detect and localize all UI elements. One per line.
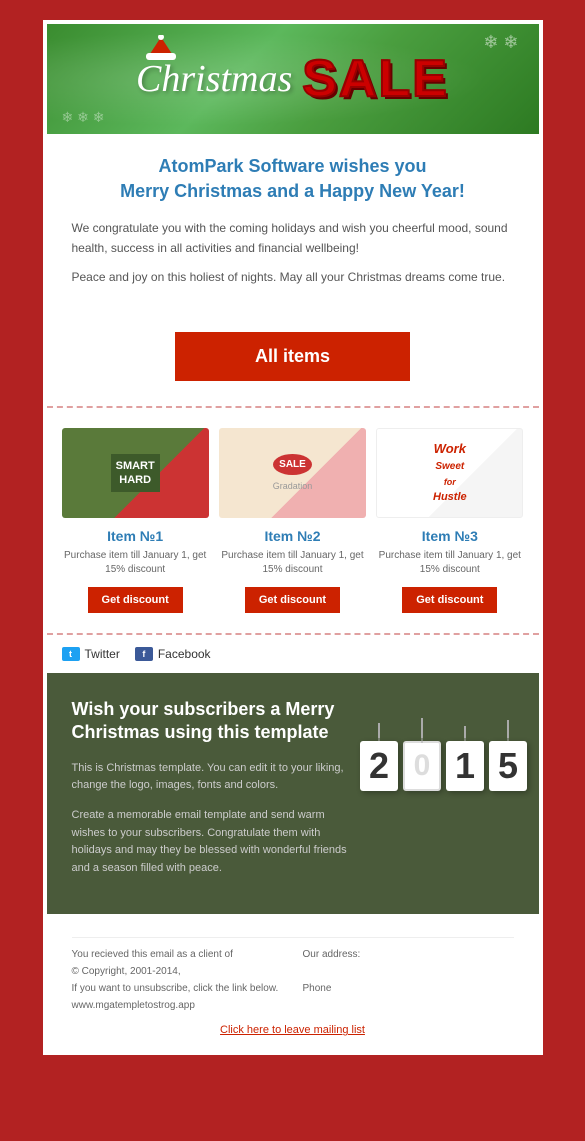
year-digits-row: 2 0 1 5 bbox=[359, 698, 528, 792]
year-digit-0: 0 bbox=[402, 718, 442, 792]
footer-section: You recieved this email as a client of ©… bbox=[47, 914, 539, 1051]
discount-button-2[interactable]: Get discount bbox=[245, 587, 340, 613]
header-title: AtomPark Software wishes youMerry Christ… bbox=[72, 154, 514, 204]
footer-phone-label: Phone bbox=[303, 983, 332, 994]
products-grid: SMARTHARD Item №1 Purchase item till Jan… bbox=[62, 428, 524, 613]
header-content-section: AtomPark Software wishes youMerry Christ… bbox=[47, 134, 539, 312]
product-desc-1: Purchase item till January 1, get 15% di… bbox=[62, 549, 209, 577]
promo-text-column: Wish your subscribers a Merry Christmas … bbox=[72, 698, 359, 889]
promo-title: Wish your subscribers a Merry Christmas … bbox=[72, 698, 359, 745]
footer-columns: You recieved this email as a client of ©… bbox=[72, 946, 514, 1014]
footer-line-4: www.mgatempletostrog.app bbox=[72, 1000, 195, 1011]
product-img-3-placeholder: WorkSweetforHustle bbox=[377, 429, 522, 517]
twitter-icon: t bbox=[62, 647, 80, 661]
year-digit-5: 5 bbox=[488, 720, 528, 792]
product-title-3: Item №3 bbox=[376, 528, 523, 544]
facebook-button[interactable]: f Facebook bbox=[135, 647, 211, 661]
footer-left-text: You recieved this email as a client of ©… bbox=[72, 946, 283, 1014]
product-item-3: WorkSweetforHustle Item №3 Purchase item… bbox=[376, 428, 523, 613]
product-title-2: Item №2 bbox=[219, 528, 366, 544]
product-image-3: WorkSweetforHustle bbox=[376, 428, 523, 518]
footer-left-col: You recieved this email as a client of ©… bbox=[72, 946, 283, 1014]
twitter-label: Twitter bbox=[85, 647, 120, 661]
facebook-icon: f bbox=[135, 647, 153, 661]
all-items-button[interactable]: All items bbox=[175, 332, 410, 381]
product-item-2: SALE Gradation Item №2 Purchase item til… bbox=[219, 428, 366, 613]
promo-section: Wish your subscribers a Merry Christmas … bbox=[47, 673, 539, 914]
header-body-2: Peace and joy on this holiest of nights.… bbox=[72, 268, 514, 287]
unsubscribe-link[interactable]: Click here to leave mailing list bbox=[72, 1024, 514, 1036]
year-digit-2: 2 bbox=[359, 723, 399, 792]
cta-section: All items bbox=[47, 312, 539, 406]
facebook-label: Facebook bbox=[158, 647, 211, 661]
footer-right-col: Our address: Phone bbox=[303, 946, 514, 1014]
discount-button-1[interactable]: Get discount bbox=[88, 587, 183, 613]
product-desc-3: Purchase item till January 1, get 15% di… bbox=[376, 549, 523, 577]
promo-body-1: This is Christmas template. You can edit… bbox=[72, 760, 359, 795]
header-banner: Christmas SALE ❄ ❄ ❄ ❄ ❄ bbox=[47, 24, 539, 134]
product-image-1: SMARTHARD bbox=[62, 428, 209, 518]
discount-button-3[interactable]: Get discount bbox=[402, 587, 497, 613]
product-desc-2: Purchase item till January 1, get 15% di… bbox=[219, 549, 366, 577]
products-section: SMARTHARD Item №1 Purchase item till Jan… bbox=[47, 406, 539, 635]
digit-2: 2 bbox=[360, 741, 398, 791]
product-img-2-placeholder: SALE Gradation bbox=[219, 428, 366, 518]
santa-hat-icon bbox=[146, 35, 176, 60]
twitter-button[interactable]: t Twitter bbox=[62, 647, 120, 661]
banner-sale-text: SALE bbox=[302, 49, 449, 109]
product-image-2: SALE Gradation bbox=[219, 428, 366, 518]
header-body-1: We congratulate you with the coming holi… bbox=[72, 219, 514, 257]
product-img-1-placeholder: SMARTHARD bbox=[62, 428, 209, 518]
product-title-1: Item №1 bbox=[62, 528, 209, 544]
snowflake-decoration: ❄ ❄ bbox=[483, 32, 518, 53]
promo-body-2: Create a memorable email template and se… bbox=[72, 807, 359, 877]
snowflake-decoration-2: ❄ ❄ ❄ bbox=[62, 109, 105, 126]
digit-0: 0 bbox=[403, 741, 441, 791]
product-item-1: SMARTHARD Item №1 Purchase item till Jan… bbox=[62, 428, 209, 613]
email-container: Christmas SALE ❄ ❄ ❄ ❄ ❄ AtomPark Softwa… bbox=[43, 20, 543, 1055]
footer-line-1: You recieved this email as a client of bbox=[72, 949, 233, 960]
footer-address-label: Our address: bbox=[303, 949, 361, 960]
promo-year-column: 2 0 1 5 bbox=[374, 698, 514, 792]
digit-5: 5 bbox=[489, 741, 527, 791]
digit-1: 1 bbox=[446, 741, 484, 791]
footer-right-text: Our address: Phone bbox=[303, 946, 514, 997]
footer-line-3: If you want to unsubscribe, click the li… bbox=[72, 983, 279, 994]
footer-line-2: © Copyright, 2001-2014, bbox=[72, 966, 181, 977]
footer-divider bbox=[72, 937, 514, 938]
social-section: t Twitter f Facebook bbox=[47, 635, 539, 673]
year-display: 2 0 1 5 bbox=[359, 698, 528, 792]
year-digit-1: 1 bbox=[445, 726, 485, 792]
